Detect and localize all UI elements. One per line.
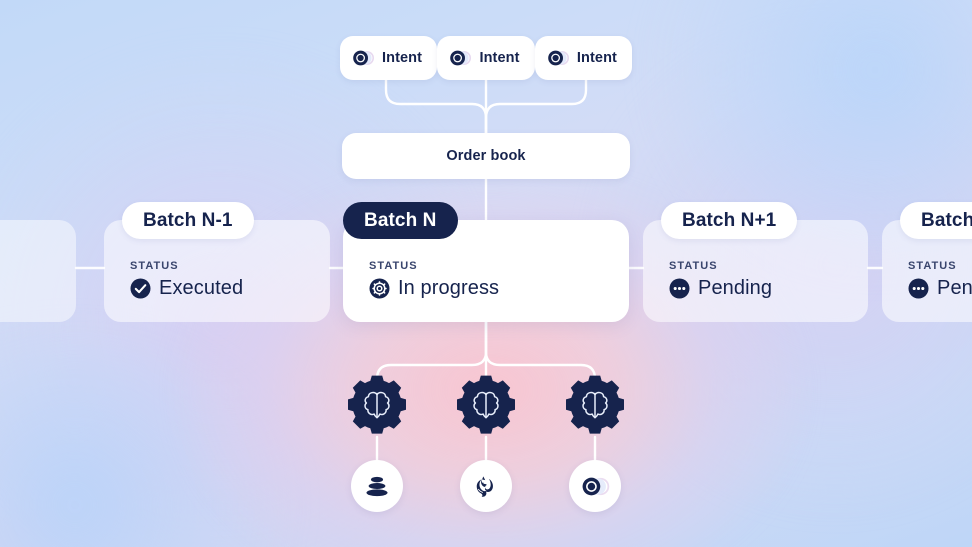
- status-caption: STATUS: [130, 260, 179, 272]
- batch-row: Batch N-1 STATUS Executed Batch N STATUS: [0, 202, 972, 322]
- batch-card-n-plus-2[interactable]: Batch N STATUS Pend: [882, 202, 972, 322]
- gear-brain-icon: [348, 375, 406, 434]
- background-glow-blue-bottom-left: [0, 340, 290, 547]
- status-value: Executed: [159, 277, 244, 299]
- balancer-logo-icon: [366, 476, 388, 497]
- batch-tag-n-plus-1: Batch N+1: [661, 202, 798, 239]
- intent-label: Intent: [576, 50, 617, 66]
- batch-card-n[interactable]: Batch N STATUS In progress: [343, 202, 629, 322]
- intent-pill-2[interactable]: Intent: [437, 36, 535, 80]
- solver-node-1[interactable]: [345, 373, 409, 437]
- intent-ring-icon: [547, 49, 569, 67]
- batch-tag-label: Batch N-1: [143, 209, 233, 231]
- solver-node-3[interactable]: [563, 373, 627, 437]
- venue-badge-2[interactable]: [460, 460, 512, 512]
- check-circle-icon: [130, 278, 151, 299]
- batch-tag-n-minus-1: Batch N-1: [122, 202, 254, 239]
- status-caption: STATUS: [369, 260, 418, 272]
- status-caption: STATUS: [669, 260, 718, 272]
- unicorn-logo-icon: [476, 475, 493, 497]
- status-value: Pending: [698, 277, 773, 299]
- gear-brain-icon: [457, 375, 515, 434]
- status-caption: STATUS: [908, 260, 957, 272]
- gear-brain-icon: [566, 375, 624, 434]
- status-row: Executed: [130, 277, 330, 300]
- status-value: Pend: [937, 277, 972, 299]
- dots-circle-icon: [669, 278, 690, 299]
- venue-badge-1[interactable]: [351, 460, 403, 512]
- dots-circle-icon: [908, 278, 929, 299]
- intent-pill-1[interactable]: Intent: [340, 36, 438, 80]
- status-row: Pend: [908, 277, 972, 300]
- batch-tag-label: Batch N: [364, 209, 437, 231]
- intent-ring-icon: [449, 49, 472, 67]
- batch-tag-n: Batch N: [343, 202, 458, 239]
- batch-card-n-minus-1[interactable]: Batch N-1 STATUS Executed: [104, 202, 330, 322]
- batch-tag-label: Batch N: [921, 209, 972, 231]
- batch-card-n-plus-1[interactable]: Batch N+1 STATUS Pending: [643, 202, 868, 322]
- order-book-label: Order book: [446, 148, 526, 164]
- gear-circle-icon: [369, 278, 390, 299]
- solver-node-2[interactable]: [454, 373, 518, 437]
- batch-tag-label: Batch N+1: [682, 209, 777, 231]
- status-row: In progress: [369, 277, 629, 300]
- intent-row: Intent Intent Intent: [340, 36, 632, 80]
- order-book-node[interactable]: Order book: [342, 133, 630, 179]
- intent-ring-icon: [352, 49, 374, 67]
- diagram-canvas: Intent Intent Intent Order book Batch N-…: [0, 0, 972, 547]
- intent-label: Intent: [382, 50, 423, 66]
- wire-intent-1-to-orderbook: [384, 78, 488, 135]
- intent-label: Intent: [479, 50, 520, 66]
- intent-pill-3[interactable]: Intent: [534, 36, 632, 80]
- rings-logo-icon: [582, 477, 610, 495]
- status-value: In progress: [398, 277, 500, 299]
- wire-intent-3-to-orderbook: [484, 78, 588, 135]
- venue-badge-3[interactable]: [569, 460, 621, 512]
- batch-tag-n-plus-2: Batch N: [900, 202, 972, 239]
- status-row: Pending: [669, 277, 868, 300]
